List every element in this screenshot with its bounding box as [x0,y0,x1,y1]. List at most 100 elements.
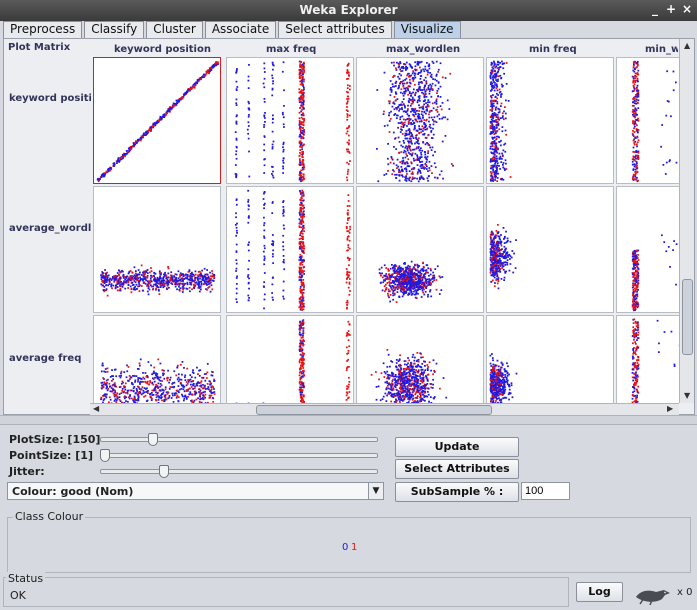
scatter-point [494,114,497,117]
scatter-point [398,174,401,177]
scatter-point [663,241,666,243]
scatter-point [235,287,238,290]
scatter-point [493,154,496,157]
scatter-point [404,282,406,285]
scatter-point [100,176,103,178]
scatter-point [152,125,155,128]
scatter-point [263,204,265,206]
scatter-point [637,281,639,284]
scatter-point [429,88,432,91]
scatter-point [345,281,348,284]
scatter-point [405,130,408,132]
tab-visualize[interactable]: Visualize [393,21,461,38]
scatter-point [410,102,413,105]
tab-preprocess[interactable]: Preprocess [3,21,83,38]
scatter-point [179,287,182,290]
scatter-point [190,283,193,286]
scatter-point [496,166,498,169]
scatter-point [271,292,273,294]
scatter-point [235,69,238,72]
scatter-point [423,103,426,106]
scatter-cell[interactable] [93,57,221,184]
close-icon[interactable]: × [680,2,694,18]
scatter-point [191,86,194,89]
scatter-point [271,143,274,146]
scatter-cell[interactable] [486,186,614,313]
tab-classify[interactable]: Classify [84,21,145,38]
scatter-point [409,64,412,66]
scatter-point [506,237,509,240]
scatter-point [167,266,169,268]
scatter-point [444,77,447,79]
scatter-cell[interactable] [616,57,679,184]
scatter-point [489,116,492,118]
scatter-point [302,176,304,178]
scatter-point [417,266,419,269]
scatter-point [501,116,504,119]
scatter-point [345,148,348,151]
scatter-point [401,108,403,111]
tab-associate[interactable]: Associate [204,21,277,38]
scatter-point [282,206,285,208]
scatter-point [348,283,351,285]
scatter-point [493,89,496,92]
scatter-point [169,274,172,277]
scatter-point [493,270,496,273]
scatter-point [491,148,494,150]
scatter-point [408,293,411,296]
scatter-point [411,133,413,136]
scatter-point [404,176,407,179]
scatter-point [496,268,499,270]
scatter-point [397,87,400,90]
scatter-cell[interactable] [356,186,484,313]
scatter-point [409,153,412,155]
scatter-point [271,88,274,91]
scatter-point [406,155,409,157]
scatter-cell[interactable] [93,186,221,313]
scatter-point [495,121,498,123]
scatter-point [432,78,434,80]
scatter-point [235,298,238,301]
scatter-point [402,103,405,106]
scatter-point [144,278,146,280]
scatter-point [102,284,105,287]
scatter-cell[interactable] [93,315,221,403]
scatter-point [490,105,492,108]
scatter-point [637,91,640,93]
scatter-cell[interactable] [356,57,484,184]
scatter-point [501,130,504,133]
scatter-cell[interactable] [616,186,679,313]
scatter-point [636,162,638,165]
scatter-cell[interactable] [226,186,354,313]
scatter-point [495,265,498,267]
scatter-point [301,294,304,296]
scatter-cell[interactable] [226,57,354,184]
scatter-point [150,270,153,272]
scatter-point [490,151,493,154]
scatter-point [492,168,495,171]
scatter-point [117,159,119,162]
tab-cluster[interactable]: Cluster [146,21,203,38]
scatter-point [437,95,439,98]
scatter-point [404,63,407,66]
scatter-point [414,118,417,121]
scatter-point [512,271,515,274]
scatter-point [119,288,122,290]
row-label-keyword-position: keyword positio [9,93,91,104]
scatter-point [298,119,301,122]
scatter-point [385,173,388,175]
scatter-point [384,275,387,278]
scatter-point [416,140,419,142]
tab-select-attributes[interactable]: Select attributes [278,21,392,38]
scatter-cell[interactable] [486,57,614,184]
minimize-icon[interactable]: _ [648,2,662,18]
scatter-point [282,201,284,203]
scatter-point [660,145,662,148]
scatter-point [396,98,399,100]
scatter-point [211,270,213,272]
scatter-point [408,147,411,150]
scatter-point [499,242,502,245]
scatter-point [391,285,394,288]
scatter-point [263,257,266,260]
maximize-icon[interactable]: + [664,2,678,18]
